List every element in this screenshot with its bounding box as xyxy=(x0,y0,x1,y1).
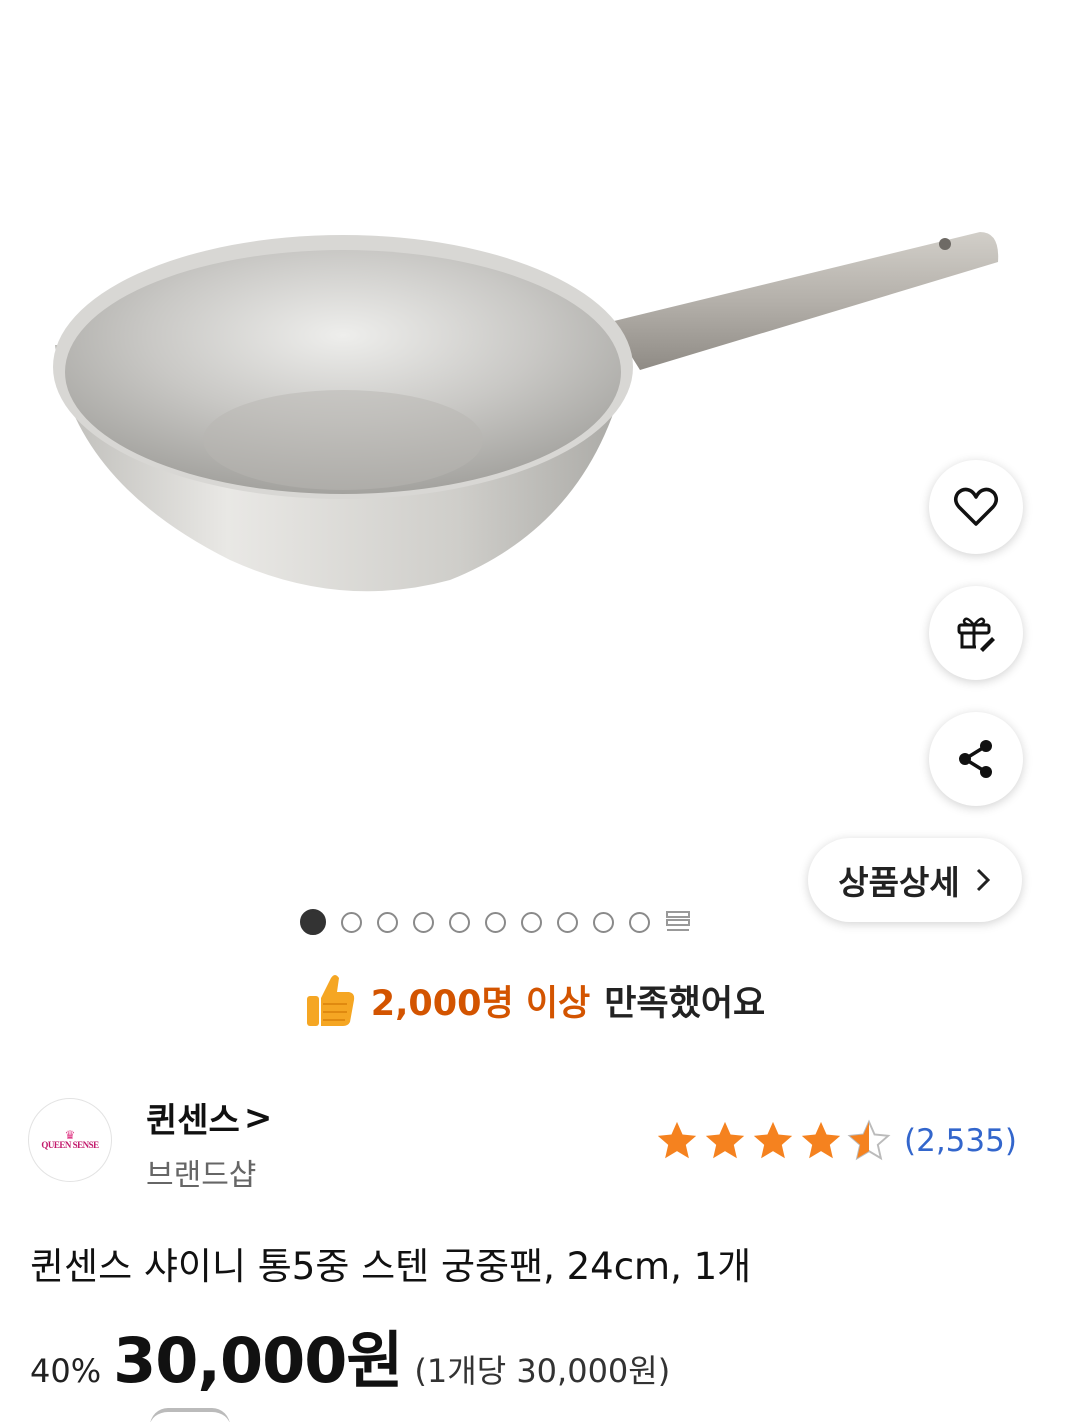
next-row-partial xyxy=(0,1404,1066,1422)
star-full-icon xyxy=(705,1121,745,1159)
star-half-icon xyxy=(847,1119,891,1161)
carousel-dot[interactable] xyxy=(341,911,362,933)
thumbs-up-icon xyxy=(306,975,354,1026)
carousel-dot[interactable] xyxy=(449,911,470,933)
product-detail-button[interactable]: 상품상세 xyxy=(808,838,1022,922)
carousel-indicator[interactable] xyxy=(300,905,691,939)
brand-shop-label: 브랜드샵 xyxy=(146,1158,257,1193)
crown-icon: ♛ xyxy=(64,1128,76,1142)
carousel-dot[interactable] xyxy=(521,911,542,933)
product-title: 퀸센스 샤이니 통5중 스텐 궁중팬, 24cm, 1개 xyxy=(30,1245,752,1288)
review-count[interactable]: (2,535) xyxy=(904,1123,1017,1159)
sale-price: 30,000원 xyxy=(113,1324,403,1397)
product-detail-label: 상품상세 xyxy=(838,863,960,902)
chevron-right-icon xyxy=(976,868,990,892)
carousel-dot[interactable] xyxy=(593,911,614,933)
carousel-dot-active[interactable] xyxy=(300,909,326,935)
brand-name: 퀸센스 xyxy=(146,1101,240,1141)
pan-image xyxy=(53,232,999,592)
unit-price: (1개당 30,000원) xyxy=(414,1352,671,1390)
share-button[interactable] xyxy=(929,712,1023,806)
brand-logo[interactable]: ♛ QUEEN SENSE xyxy=(28,1098,112,1182)
satisfaction-count: 2,000명 이상 xyxy=(370,983,591,1024)
grid-more-icon[interactable] xyxy=(665,909,691,935)
carousel-dot[interactable] xyxy=(629,911,650,933)
carousel-dot[interactable] xyxy=(485,911,506,933)
star-full-icon xyxy=(657,1121,697,1159)
partial-text xyxy=(150,1408,230,1422)
heart-icon xyxy=(954,487,998,526)
price-row: 40% 30,000원 (1개당 30,000원) xyxy=(30,1310,671,1397)
share-icon xyxy=(959,740,992,778)
rating[interactable]: (2,535) xyxy=(654,1118,1017,1164)
carousel-dot[interactable] xyxy=(557,911,578,933)
product-image[interactable] xyxy=(0,0,1066,960)
discount-rate: 40% xyxy=(30,1352,102,1390)
star-full-icon xyxy=(753,1121,793,1159)
chevron-right-icon: > xyxy=(243,1097,273,1138)
gift-icon xyxy=(957,617,995,652)
gift-button[interactable] xyxy=(929,586,1023,680)
brand-logo-text: QUEEN SENSE xyxy=(41,1140,99,1150)
satisfaction-text: 만족했어요 xyxy=(604,983,766,1024)
wishlist-button[interactable] xyxy=(929,460,1023,554)
brand-name-link[interactable]: 퀸센스 > xyxy=(146,1093,272,1142)
carousel-dot[interactable] xyxy=(377,911,398,933)
star-full-icon xyxy=(801,1121,841,1159)
carousel-dot[interactable] xyxy=(413,911,434,933)
satisfaction-banner: 2,000명 이상 만족했어요 xyxy=(0,965,1066,1035)
